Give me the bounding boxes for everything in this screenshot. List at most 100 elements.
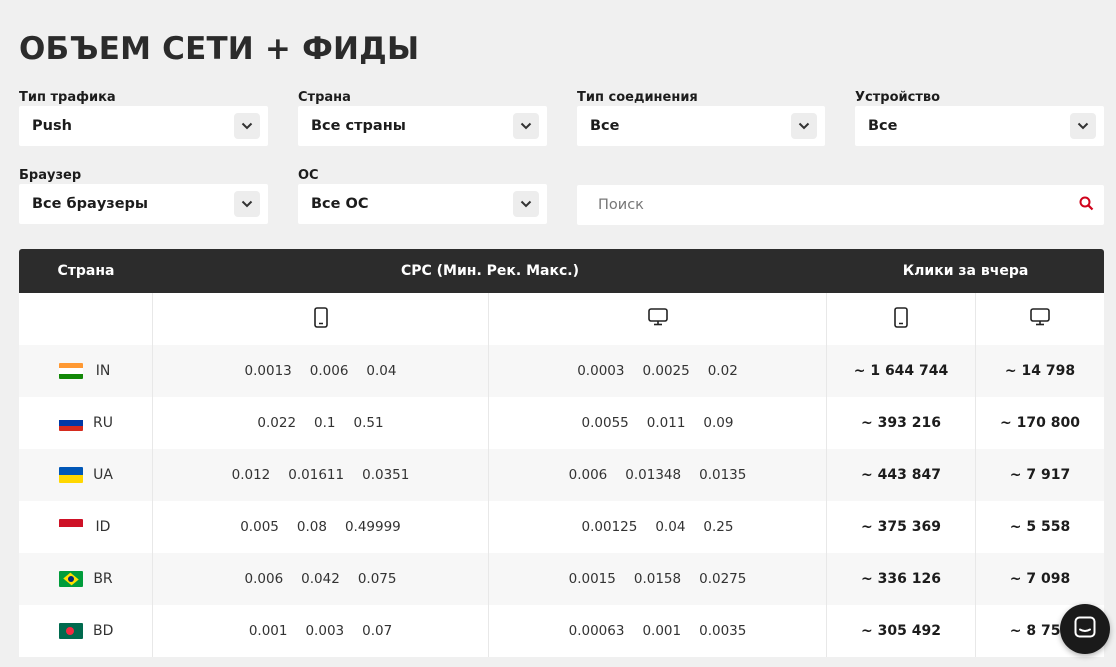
filter-country: Страна Все страны <box>298 90 547 146</box>
filter-browser: Браузер Все браузеры <box>19 168 268 224</box>
clicks-mobile-cell: ~ 375 369 <box>827 501 976 553</box>
country-cell: ID <box>19 501 153 553</box>
select-value: Все <box>590 118 620 134</box>
cpc-mobile-cell: 0.0013 0.006 0.04 <box>153 345 489 397</box>
header-cpc: CPC (Мин. Рек. Макс.) <box>400 263 580 279</box>
connection-select[interactable]: Все <box>577 106 825 146</box>
search-input[interactable] <box>598 197 1068 213</box>
country-cell: IN <box>19 345 153 397</box>
cpc-rec-value: 0.0158 <box>633 571 682 587</box>
flag-icon <box>59 623 83 639</box>
browser-select[interactable]: Все браузеры <box>19 184 268 224</box>
cpc-mobile-header <box>153 293 489 345</box>
select-value: Push <box>32 118 72 134</box>
device-select[interactable]: Все <box>855 106 1104 146</box>
filter-label: ОС <box>298 168 319 183</box>
table-body: IN 0.0013 0.006 0.04 0.0003 0.0025 0.02 ~ 1 644… <box>19 345 1104 657</box>
cpc-max-value: 0.09 <box>703 415 734 431</box>
cpc-max-value: 0.51 <box>353 415 384 431</box>
cpc-rec-value: 0.01348 <box>625 467 682 483</box>
table-header: Страна CPC (Мин. Рек. Макс.) Клики за вч… <box>19 249 1104 293</box>
cpc-rec-value: 0.003 <box>305 623 345 639</box>
cpc-max-value: 0.075 <box>357 571 397 587</box>
country-code: BR <box>93 571 113 587</box>
clicks-desktop-cell: ~ 14 798 <box>1004 363 1076 379</box>
cpc-min-value: 0.022 <box>257 415 297 431</box>
filter-device: Устройство Все <box>855 90 1104 146</box>
cpc-mobile-cell: 0.022 0.1 0.51 <box>153 397 489 449</box>
chevron-down-icon[interactable] <box>234 113 260 139</box>
search-box <box>577 185 1104 225</box>
clicks-desktop-cell: ~ 7 917 <box>1009 467 1071 483</box>
cpc-rec-value: 0.01611 <box>288 467 345 483</box>
cpc-rec-value: 0.011 <box>646 415 686 431</box>
cpc-max-value: 0.04 <box>366 363 397 379</box>
flag-icon <box>59 467 83 483</box>
clicks-mobile-header <box>827 293 976 345</box>
cpc-min-value: 0.0015 <box>568 571 616 587</box>
cpc-min-value: 0.001 <box>248 623 288 639</box>
cpc-min-value: 0.00063 <box>568 623 625 639</box>
filter-label: Тип соединения <box>577 90 698 105</box>
clicks-desktop-cell: ~ 170 800 <box>1000 415 1080 431</box>
cpc-mobile-cell: 0.006 0.042 0.075 <box>153 553 489 605</box>
traffic-type-select[interactable]: Push <box>19 106 268 146</box>
cpc-max-value: 0.0351 <box>362 467 410 483</box>
country-code: BD <box>93 623 114 639</box>
country-cell: RU <box>19 397 153 449</box>
cpc-desktop-cell: 0.0003 0.0025 0.02 <box>489 345 827 397</box>
cpc-min-value: 0.00125 <box>581 519 638 535</box>
cpc-max-value: 0.0135 <box>699 467 747 483</box>
cpc-rec-value: 0.1 <box>314 415 336 431</box>
filter-os: ОС Все ОС <box>298 168 547 224</box>
chevron-down-icon[interactable] <box>234 191 260 217</box>
select-value: Все <box>868 118 898 134</box>
clicks-desktop-header <box>976 293 1104 345</box>
chevron-down-icon[interactable] <box>791 113 817 139</box>
country-code: RU <box>93 415 113 431</box>
filter-label: Браузер <box>19 168 82 183</box>
flag-icon <box>59 571 83 587</box>
cpc-rec-value: 0.006 <box>309 363 349 379</box>
cpc-desktop-cell: 0.00063 0.001 0.0035 <box>489 605 827 657</box>
chevron-down-icon[interactable] <box>513 113 539 139</box>
filter-traffic-type: Тип трафика Push <box>19 90 268 146</box>
mobile-icon <box>894 306 908 332</box>
country-code: IN <box>95 363 111 379</box>
cpc-max-value: 0.0275 <box>699 571 747 587</box>
cpc-mobile-cell: 0.001 0.003 0.07 <box>153 605 489 657</box>
table-row: UA 0.012 0.01611 0.0351 0.006 0.01348 0.0135 ~ … <box>19 449 1104 501</box>
cpc-max-value: 0.0035 <box>699 623 747 639</box>
cpc-desktop-cell: 0.0015 0.0158 0.0275 <box>489 553 827 605</box>
cpc-min-value: 0.006 <box>568 467 608 483</box>
chat-button[interactable] <box>1060 604 1110 654</box>
table-row: BR 0.006 0.042 0.075 0.0015 0.0158 0.0275 ~ 336… <box>19 553 1104 605</box>
cpc-min-value: 0.005 <box>240 519 279 535</box>
country-select[interactable]: Все страны <box>298 106 547 146</box>
country-code: UA <box>93 467 113 483</box>
cpc-min-value: 0.0055 <box>581 415 629 431</box>
cpc-rec-value: 0.0025 <box>642 363 690 379</box>
cpc-desktop-header <box>489 293 827 345</box>
filter-label: Тип трафика <box>19 90 116 105</box>
cpc-rec-value: 0.08 <box>296 519 327 535</box>
cpc-mobile-cell: 0.012 0.01611 0.0351 <box>153 449 489 501</box>
chevron-down-icon[interactable] <box>1070 113 1096 139</box>
desktop-icon <box>647 308 668 330</box>
chevron-down-icon[interactable] <box>513 191 539 217</box>
table-row: ID 0.005 0.08 0.49999 0.00125 0.04 0.25 ~ 375 3… <box>19 501 1104 553</box>
cpc-rec-value: 0.001 <box>642 623 682 639</box>
header-country: Страна <box>57 263 115 279</box>
search-icon[interactable] <box>1079 196 1094 215</box>
country-cell: BR <box>19 553 153 605</box>
clicks-mobile-cell: ~ 305 492 <box>827 605 976 657</box>
filter-connection: Тип соединения Все <box>577 90 825 146</box>
cpc-rec-value: 0.042 <box>301 571 340 587</box>
cpc-desktop-cell: 0.00125 0.04 0.25 <box>489 501 827 553</box>
table-row: IN 0.0013 0.006 0.04 0.0003 0.0025 0.02 ~ 1 644… <box>19 345 1104 397</box>
mobile-icon <box>313 306 328 332</box>
select-value: Все ОС <box>311 196 369 212</box>
os-select[interactable]: Все ОС <box>298 184 547 224</box>
cpc-desktop-cell: 0.006 0.01348 0.0135 <box>489 449 827 501</box>
filter-label: Страна <box>298 90 351 105</box>
